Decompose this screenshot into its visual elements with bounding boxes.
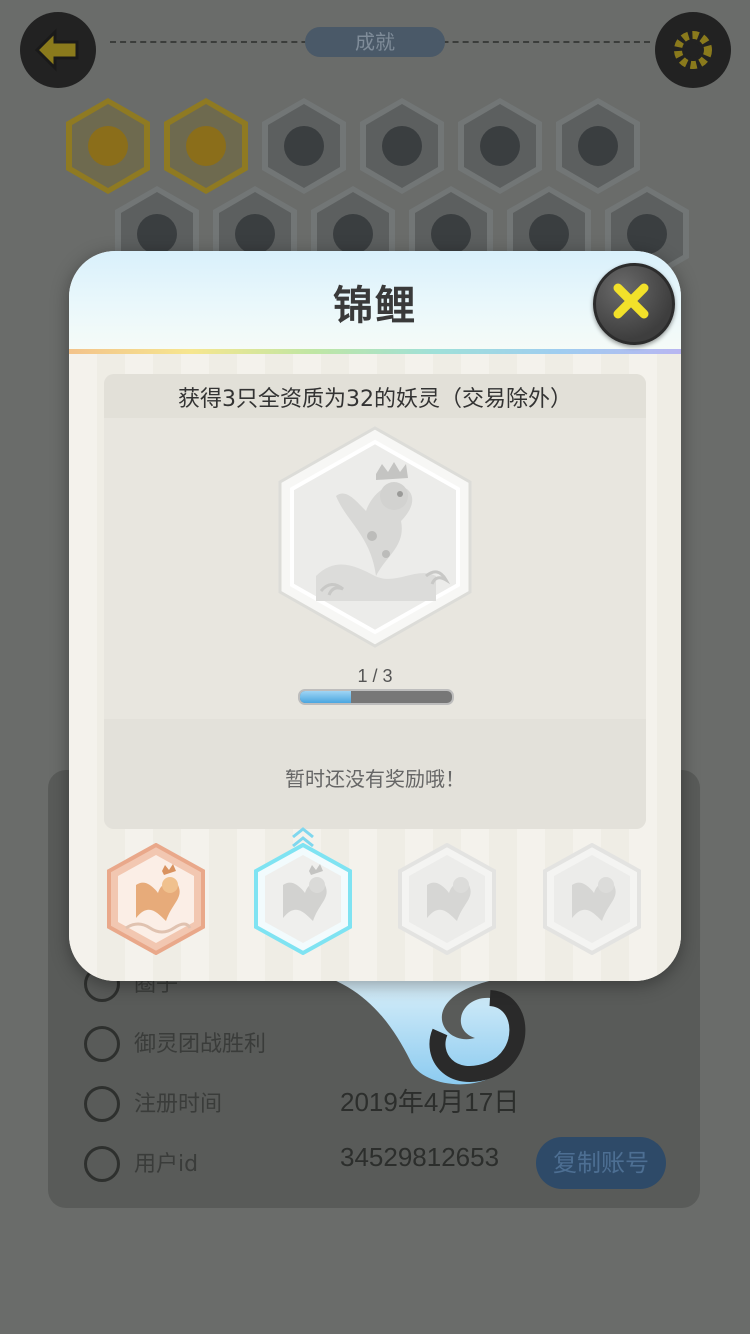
tier-badge-current[interactable] — [253, 843, 353, 955]
achievement-icon[interactable] — [458, 98, 542, 194]
progress-bar — [298, 689, 454, 705]
achievement-detail-modal: 锦鲤 获得3只全资质为32的妖灵（交易除外） 1 / 3 暂时还没有奖励哦！ — [69, 251, 681, 981]
tier-badge-bronze[interactable] — [106, 843, 206, 955]
koi-badge-icon — [278, 426, 472, 648]
info-label: 用户id — [134, 1152, 199, 1177]
tier-badge-locked[interactable] — [542, 843, 642, 955]
achievement-icon[interactable] — [556, 98, 640, 194]
achievement-description: 获得3只全资质为32的妖灵（交易除外） — [178, 387, 572, 412]
id-card-icon — [84, 1146, 120, 1182]
info-label: 注册时间 — [134, 1092, 223, 1117]
close-button[interactable] — [593, 263, 675, 345]
achievement-icon[interactable] — [262, 98, 346, 194]
settings-button[interactable] — [655, 12, 731, 88]
back-arrow-icon — [34, 28, 79, 72]
achievement-icon[interactable] — [66, 98, 150, 194]
progress-bar-fill — [300, 691, 351, 703]
header-rainbow-divider — [69, 349, 681, 354]
info-label: 御灵团战胜利 — [134, 1032, 267, 1057]
back-button[interactable] — [20, 12, 96, 88]
page-title: 成就 — [305, 27, 445, 57]
tier-badge-locked[interactable] — [397, 843, 497, 955]
user-id-value: 34529812653 — [340, 1142, 500, 1172]
clock-icon — [84, 1086, 120, 1122]
achievement-icon[interactable] — [360, 98, 444, 194]
modal-title: 锦鲤 — [333, 283, 417, 329]
achievement-icon[interactable] — [164, 98, 248, 194]
figure-icon — [84, 1026, 120, 1062]
copy-account-button[interactable]: 复制账号 — [536, 1137, 666, 1189]
gear-icon — [674, 31, 712, 69]
no-reward-text: 暂时还没有奖励哦！ — [285, 767, 465, 791]
close-icon — [613, 283, 649, 319]
progress-text: 1 / 3 — [357, 666, 393, 686]
achievement-card: 获得3只全资质为32的妖灵（交易除外） 1 / 3 暂时还没有奖励哦！ — [104, 374, 646, 829]
